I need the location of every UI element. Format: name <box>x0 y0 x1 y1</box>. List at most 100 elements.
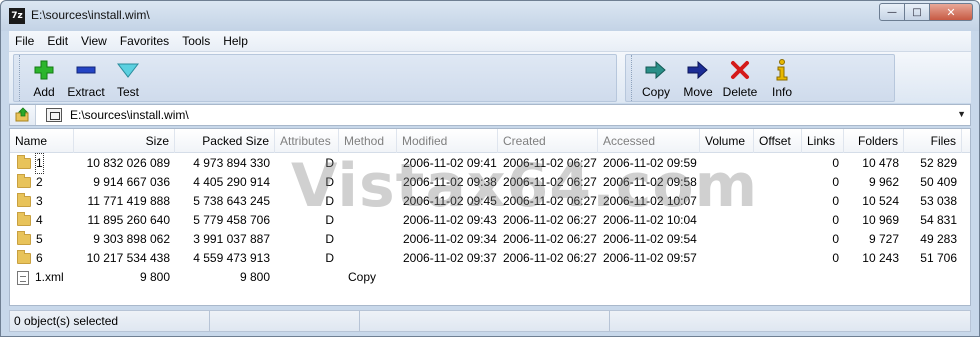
col-header-created[interactable]: Created <box>498 129 598 153</box>
toolbar: Add Extract Test Copy Move Delete Info <box>9 51 971 103</box>
table-row[interactable]: 6 10 217 534 438 4 559 473 913 D 2006-11… <box>10 249 970 268</box>
created-cell: 2006-11-02 06:27 <box>503 175 597 189</box>
folders-cell: 10 243 <box>862 251 899 265</box>
test-label: Test <box>116 85 139 99</box>
col-header-links[interactable]: Links <box>802 129 844 153</box>
links-cell <box>802 268 844 287</box>
menu-tools[interactable]: Tools <box>182 34 210 48</box>
name-cell: 1 <box>12 153 74 174</box>
col-header-method[interactable]: Method <box>339 129 397 153</box>
item-name: 5 <box>36 232 43 246</box>
table-row[interactable]: 4 11 895 260 640 5 779 458 706 D 2006-11… <box>10 211 970 230</box>
folders-cell: 10 524 <box>862 194 899 208</box>
menu-view[interactable]: View <box>81 34 107 48</box>
item-name: 1 <box>35 153 44 174</box>
menu-edit[interactable]: Edit <box>47 34 68 48</box>
list-header: Name Size Packed Size Attributes Method … <box>10 129 970 153</box>
packed-size-cell: 5 738 643 245 <box>193 194 270 208</box>
size-cell: 9 914 667 036 <box>93 175 170 189</box>
item-name: 3 <box>36 194 43 208</box>
copy-label: Copy <box>641 85 670 99</box>
created-cell: 2006-11-02 06:27 <box>503 156 597 170</box>
col-header-name[interactable]: Name <box>10 129 74 153</box>
links-cell: 0 <box>832 213 839 227</box>
address-path[interactable]: E:\sources\install.wim\ <box>70 108 189 122</box>
files-cell: 53 038 <box>920 194 957 208</box>
minimize-button[interactable]: — <box>879 3 905 21</box>
accessed-cell: 2006-11-02 10:07 <box>603 194 697 208</box>
col-header-size[interactable]: Size <box>74 129 175 153</box>
table-row[interactable]: 2 9 914 667 036 4 405 290 914 D 2006-11-… <box>10 173 970 192</box>
method-cell <box>339 192 397 211</box>
item-name: 2 <box>36 175 43 189</box>
app-window: 7z E:\sources\install.wim\ — □ ✕ File Ed… <box>0 0 980 337</box>
col-header-packed-size[interactable]: Packed Size <box>175 129 275 153</box>
file-list[interactable]: Name Size Packed Size Attributes Method … <box>9 128 971 306</box>
add-button[interactable]: Add <box>24 55 64 101</box>
col-header-folders[interactable]: Folders <box>844 129 904 153</box>
packed-size-cell: 4 973 894 330 <box>193 156 270 170</box>
archive-icon <box>46 108 62 122</box>
packed-size-cell: 3 991 037 887 <box>193 232 270 246</box>
table-row[interactable]: 1.xml 9 800 9 800 Copy <box>10 268 970 287</box>
links-cell: 0 <box>832 232 839 246</box>
size-cell: 9 303 898 062 <box>93 232 170 246</box>
test-button[interactable]: Test <box>108 55 148 101</box>
table-row[interactable]: 3 11 771 419 888 5 738 643 245 D 2006-11… <box>10 192 970 211</box>
modified-cell: 2006-11-02 09:37 <box>403 251 497 265</box>
table-row[interactable]: 5 9 303 898 062 3 991 037 887 D 2006-11-… <box>10 230 970 249</box>
move-button[interactable]: Move <box>678 55 718 101</box>
col-header-offset[interactable]: Offset <box>754 129 802 153</box>
size-cell: 10 217 534 438 <box>86 251 170 265</box>
name-cell: 6 <box>12 249 74 268</box>
menu-favorites[interactable]: Favorites <box>120 34 169 48</box>
attributes-cell: D <box>325 175 334 189</box>
method-cell <box>339 173 397 192</box>
name-cell: 4 <box>12 211 74 230</box>
close-button[interactable]: ✕ <box>930 3 973 21</box>
info-button[interactable]: Info <box>762 55 802 101</box>
delete-x-icon <box>729 59 751 81</box>
accessed-cell: 2006-11-02 10:04 <box>603 213 697 227</box>
add-plus-icon <box>33 59 55 81</box>
toolbar-grip-2[interactable] <box>626 55 632 101</box>
col-header-modified[interactable]: Modified <box>397 129 498 153</box>
toolbar-group-file-ops: Copy Move Delete Info <box>625 54 895 102</box>
up-folder-button[interactable] <box>10 105 36 125</box>
attributes-cell: D <box>325 251 334 265</box>
packed-size-cell: 5 779 458 706 <box>193 213 270 227</box>
modified-cell: 2006-11-02 09:41 <box>403 156 497 170</box>
files-cell: 50 409 <box>920 175 957 189</box>
size-cell: 9 800 <box>139 270 170 284</box>
up-folder-icon <box>15 107 28 122</box>
menu-file[interactable]: File <box>15 34 34 48</box>
method-cell: Copy <box>348 270 377 284</box>
files-cell: 52 829 <box>920 156 957 170</box>
col-header-attributes[interactable]: Attributes <box>275 129 339 153</box>
files-cell: 54 831 <box>920 213 957 227</box>
size-cell: 11 895 260 640 <box>87 213 170 227</box>
name-cell: 1.xml <box>12 268 74 287</box>
maximize-button[interactable]: □ <box>905 3 930 21</box>
move-arrow-icon <box>687 59 709 81</box>
title-bar[interactable]: 7z E:\sources\install.wim\ — □ ✕ <box>1 1 979 31</box>
7zip-app-icon[interactable]: 7z <box>9 8 25 24</box>
links-cell: 0 <box>832 251 839 265</box>
packed-size-cell: 9 800 <box>239 270 270 284</box>
status-bar: 0 object(s) selected <box>9 310 971 332</box>
table-row[interactable]: 1 10 832 026 089 4 973 894 330 D 2006-11… <box>10 153 970 174</box>
attributes-cell: D <box>325 194 334 208</box>
toolbar-grip[interactable] <box>14 55 20 101</box>
address-dropdown-arrow-icon[interactable]: ▼ <box>957 109 966 119</box>
col-header-volume[interactable]: Volume <box>700 129 754 153</box>
col-header-files[interactable]: Files <box>904 129 962 153</box>
delete-button[interactable]: Delete <box>720 55 760 101</box>
col-header-accessed[interactable]: Accessed <box>598 129 700 153</box>
links-cell: 0 <box>832 156 839 170</box>
info-icon <box>771 59 793 81</box>
links-cell: 0 <box>832 194 839 208</box>
menu-help[interactable]: Help <box>223 34 248 48</box>
copy-button[interactable]: Copy <box>636 55 676 101</box>
packed-size-cell: 4 559 473 913 <box>193 251 270 265</box>
extract-button[interactable]: Extract <box>66 55 106 101</box>
